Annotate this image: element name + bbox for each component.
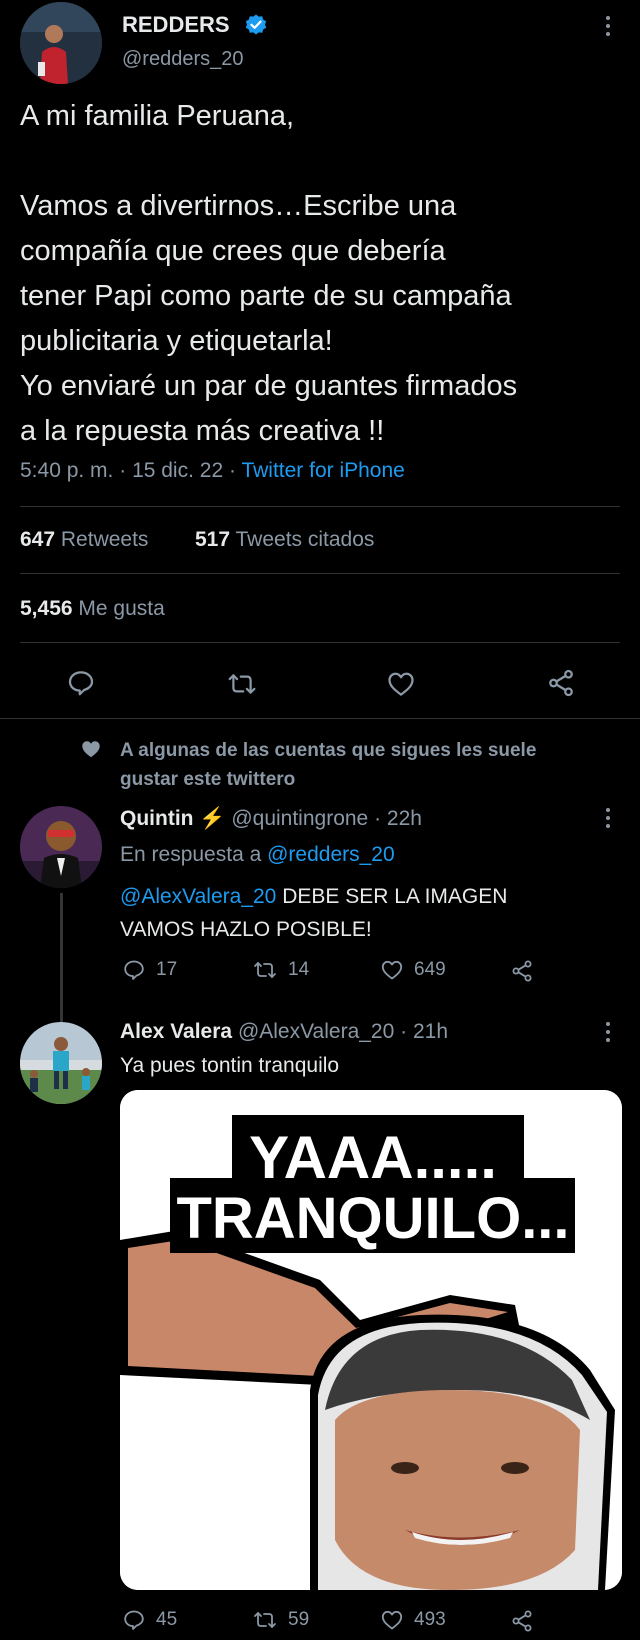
reply1-handle[interactable]: @quintingrone bbox=[231, 807, 368, 830]
reply1-likes-count: 649 bbox=[414, 959, 446, 980]
reply1-more-options-icon[interactable] bbox=[605, 808, 611, 828]
tweet-text-line: publicitaria y etiquetarla! bbox=[20, 325, 333, 357]
reply1-replies-count: 17 bbox=[156, 959, 178, 980]
tweet-text-line: A mi familia Peruana, bbox=[20, 100, 295, 132]
reply1-retweets-count: 14 bbox=[288, 959, 310, 980]
tweet-date[interactable]: 15 dic. 22 bbox=[132, 459, 223, 482]
mention-link[interactable]: @AlexValera_20 bbox=[120, 885, 276, 908]
divider bbox=[20, 573, 620, 574]
main-author-handle[interactable]: @redders_20 bbox=[122, 48, 243, 71]
reply1-author-name[interactable]: Quintin bbox=[120, 807, 193, 830]
tweet-text-line: Vamos a divertirnos…Escribe una bbox=[20, 190, 457, 222]
reply1-text-line2: VAMOS HAZLO POSIBLE! bbox=[120, 918, 372, 941]
like-heart-icon bbox=[381, 960, 403, 980]
reply2-time[interactable]: 21h bbox=[413, 1020, 448, 1043]
tweet-text-line: compañía que crees que debería bbox=[20, 235, 446, 267]
reply2-handle[interactable]: @AlexValera_20 bbox=[238, 1020, 394, 1043]
likes-stat[interactable]: 5,456 Me gusta bbox=[20, 597, 165, 621]
retweet-icon bbox=[254, 1612, 276, 1628]
reply1-like-action[interactable]: 649 bbox=[380, 958, 446, 982]
reply2-retweet-action[interactable]: 59 bbox=[252, 1608, 309, 1632]
meme-caption-line2: TRANQUILO... bbox=[176, 1186, 569, 1251]
reply-icon[interactable] bbox=[66, 668, 96, 703]
social-context-text: A algunas de las cuentas que sigues les … bbox=[120, 736, 536, 794]
tweet-text-line: Yo enviaré un par de guantes firmados bbox=[20, 370, 518, 402]
reply1-reply-action[interactable]: 17 bbox=[122, 958, 177, 982]
reply1-text: @AlexValera_20 DEBE SER LA IMAGEN VAMOS … bbox=[120, 880, 507, 946]
tweet-time[interactable]: 5:40 p. m. bbox=[20, 459, 113, 482]
reply-icon bbox=[124, 1610, 144, 1630]
reply2-retweets-count: 59 bbox=[288, 1609, 310, 1630]
retweets-stat[interactable]: 647 Retweets bbox=[20, 528, 148, 552]
like-heart-icon[interactable] bbox=[386, 669, 416, 704]
reply2-text: Ya pues tontin tranquilo bbox=[120, 1054, 340, 1077]
social-context-line: A algunas de las cuentas que sigues les … bbox=[120, 740, 537, 761]
heart-filled-icon bbox=[80, 738, 102, 765]
retweets-count: 647 bbox=[20, 528, 56, 551]
like-heart-icon bbox=[381, 1610, 403, 1630]
reply2-author-name[interactable]: Alex Valera bbox=[120, 1020, 232, 1043]
reply1-retweet-action[interactable]: 14 bbox=[252, 958, 309, 982]
social-context-line: gustar este twittero bbox=[120, 769, 296, 790]
reply1-share-icon[interactable] bbox=[510, 959, 534, 988]
separator-dot: · bbox=[228, 459, 242, 482]
quotes-stat[interactable]: 517 Tweets citados bbox=[195, 528, 374, 552]
reply1-header: Quintin ⚡ @quintingrone · 22h bbox=[120, 807, 422, 831]
main-author-avatar[interactable] bbox=[20, 2, 102, 84]
retweets-label: Retweets bbox=[60, 528, 149, 551]
retweet-icon[interactable] bbox=[226, 669, 258, 704]
quotes-count: 517 bbox=[195, 528, 231, 551]
likes-label: Me gusta bbox=[78, 597, 165, 620]
reply1-time[interactable]: 22h bbox=[387, 807, 422, 830]
divider bbox=[20, 642, 620, 643]
tweet-source-link[interactable]: Twitter for iPhone bbox=[241, 459, 404, 482]
reply2-avatar[interactable] bbox=[20, 1022, 102, 1104]
reply2-header: Alex Valera @AlexValera_20 · 21h bbox=[120, 1020, 448, 1044]
reply2-reply-action[interactable]: 45 bbox=[122, 1608, 177, 1632]
section-divider bbox=[0, 718, 640, 719]
main-author-name[interactable]: REDDERS bbox=[122, 12, 230, 38]
reply2-more-options-icon[interactable] bbox=[605, 1022, 611, 1042]
reply2-likes-count: 493 bbox=[414, 1609, 446, 1630]
likes-count: 5,456 bbox=[20, 597, 73, 620]
thread-connector-line bbox=[60, 893, 63, 1023]
tweet-text-line: tener Papi como parte de su campaña bbox=[20, 280, 512, 312]
reply2-like-action[interactable]: 493 bbox=[380, 1608, 446, 1632]
separator-dot: · bbox=[119, 459, 133, 482]
divider bbox=[20, 506, 620, 507]
replying-to-prefix: En respuesta a bbox=[120, 843, 262, 866]
reply-icon bbox=[124, 960, 144, 980]
reply2-media-image[interactable]: YAAA..... TRANQUILO... bbox=[120, 1090, 622, 1590]
separator-dot: · bbox=[374, 807, 387, 830]
reply1-text-part: DEBE SER LA IMAGEN bbox=[276, 885, 508, 908]
separator-dot: · bbox=[400, 1020, 413, 1043]
retweet-icon bbox=[254, 962, 276, 978]
replying-to-link[interactable]: @redders_20 bbox=[267, 843, 395, 866]
meme-caption-line1: YAAA..... bbox=[249, 1124, 497, 1191]
reply2-replies-count: 45 bbox=[156, 1609, 178, 1630]
reply2-share-icon[interactable] bbox=[510, 1609, 534, 1638]
tweet-text-line: a la repuesta más creativa !! bbox=[20, 415, 385, 447]
lightning-emoji: ⚡ bbox=[199, 807, 226, 830]
share-icon[interactable] bbox=[546, 668, 576, 703]
main-tweet-text: A mi familia Peruana, Vamos a divertirno… bbox=[20, 94, 630, 454]
verified-badge-icon bbox=[244, 13, 268, 42]
quotes-label: Tweets citados bbox=[235, 528, 375, 551]
reply1-avatar[interactable] bbox=[20, 806, 102, 888]
more-options-icon[interactable] bbox=[605, 16, 611, 36]
reply1-replying-to: En respuesta a @redders_20 bbox=[120, 843, 395, 867]
tweet-timestamp-row: 5:40 p. m. · 15 dic. 22 · Twitter for iP… bbox=[20, 459, 405, 483]
